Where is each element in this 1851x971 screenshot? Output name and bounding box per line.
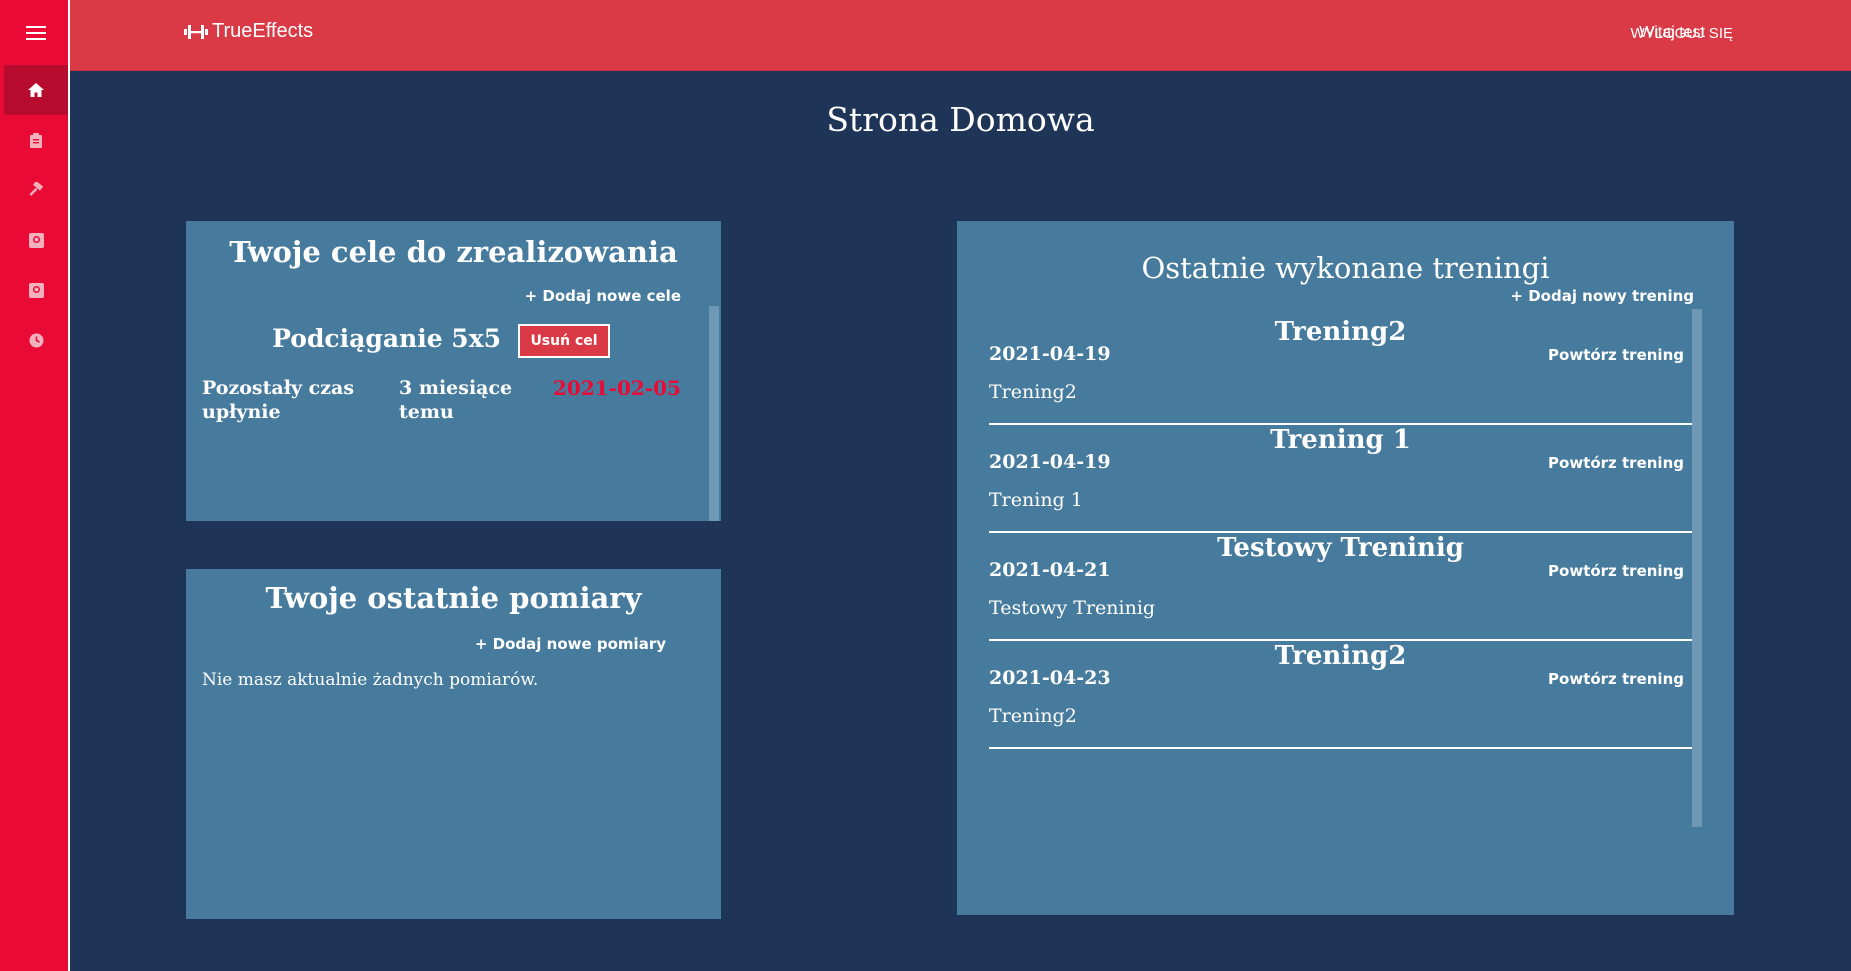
logout-link[interactable]: WYLOGUJ SIĘ: [1630, 25, 1733, 42]
training-date: 2021-04-21: [989, 559, 1111, 581]
goals-scrollbar[interactable]: [709, 306, 719, 521]
sidebar-item-exercises[interactable]: [4, 165, 68, 215]
trainings-title: Ostatnie wykonane treningi: [1141, 251, 1550, 285]
measurements-empty-text: Nie masz aktualnie żadnych pomiarów.: [202, 670, 539, 690]
training-name: Trening2: [989, 381, 1077, 403]
scale-icon: [28, 232, 44, 248]
home-icon: [28, 83, 44, 97]
goals-title: Twoje cele do zrealizowania: [229, 235, 678, 269]
repeat-training-link[interactable]: Powtórz trening: [1548, 346, 1684, 364]
add-goal-link[interactable]: + Dodaj nowe cele: [525, 287, 681, 305]
measurements-title: Twoje ostatnie pomiary: [265, 581, 642, 615]
training-name: Trening 1: [989, 489, 1083, 511]
measurements-card: Twoje ostatnie pomiary + Dodaj nowe pomi…: [186, 569, 721, 919]
add-training-link[interactable]: + Dodaj nowy trening: [1510, 287, 1694, 305]
remaining-time-value: 3 miesiące temu: [399, 377, 513, 423]
training-list-item: Trening2 2021-04-19 Powtórz trening Tren…: [989, 317, 1692, 425]
training-list-item: Trening 1 2021-04-19 Powtórz trening Tre…: [989, 425, 1692, 533]
clock-icon: [29, 333, 43, 347]
scale-icon: [28, 282, 44, 298]
page-title: Strona Domowa: [826, 100, 1095, 139]
goal-date: 2021-02-05: [553, 376, 681, 400]
sidebar: [0, 0, 70, 971]
repeat-training-link[interactable]: Powtórz trening: [1548, 562, 1684, 580]
trainings-card: Ostatnie wykonane treningi + Dodaj nowy …: [957, 221, 1734, 915]
trainings-scrollbar[interactable]: [1692, 309, 1702, 827]
menu-icon: [26, 26, 46, 40]
sidebar-item-weight[interactable]: [4, 265, 68, 315]
goal-name: Podciąganie 5x5: [272, 324, 501, 353]
training-list-item: Trening2 2021-04-23 Powtórz trening Tren…: [989, 641, 1692, 749]
training-name: Trening2: [989, 705, 1077, 727]
menu-toggle-button[interactable]: [4, 8, 68, 58]
top-bar: TrueEffects Witaj test WYLOGUJ SIĘ: [70, 0, 1851, 71]
training-date: 2021-04-19: [989, 451, 1111, 473]
brand-logo[interactable]: TrueEffects: [184, 20, 313, 43]
sidebar-item-history[interactable]: [4, 315, 68, 365]
brand-name: TrueEffects: [212, 20, 314, 42]
training-name: Testowy Treninig: [989, 597, 1156, 619]
delete-goal-button[interactable]: Usuń cel: [518, 324, 610, 358]
repeat-training-link[interactable]: Powtórz trening: [1548, 454, 1684, 472]
remaining-time-label: Pozostały czas upłynie: [202, 377, 355, 423]
dumbbell-icon: [184, 24, 208, 39]
training-date: 2021-04-19: [989, 343, 1111, 365]
repeat-training-link[interactable]: Powtórz trening: [1548, 670, 1684, 688]
add-measurement-link[interactable]: + Dodaj nowe pomiary: [475, 635, 666, 653]
sidebar-item-measurements[interactable]: [4, 215, 68, 265]
hammer-icon: [29, 182, 44, 196]
training-list-item: Testowy Treninig 2021-04-21 Powtórz tren…: [989, 533, 1692, 641]
goals-card: Twoje cele do zrealizowania + Dodaj nowe…: [186, 221, 721, 521]
training-date: 2021-04-23: [989, 667, 1111, 689]
